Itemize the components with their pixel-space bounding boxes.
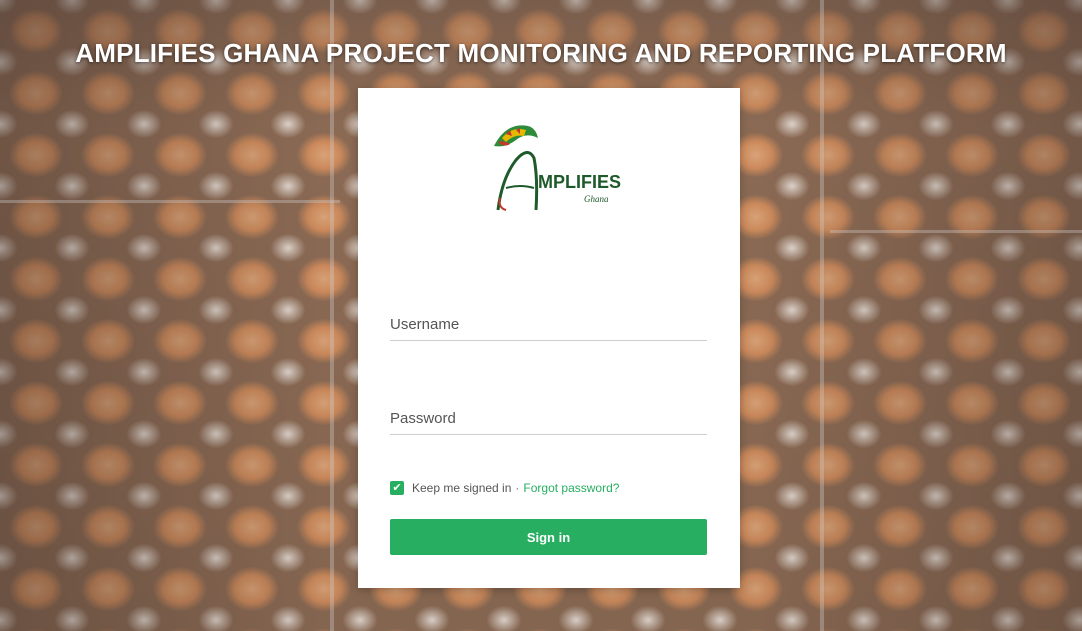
amplifies-logo-icon: MPLIFIES Ghana	[494, 125, 621, 211]
crate-divider	[820, 0, 824, 631]
sign-in-button[interactable]: Sign in	[390, 519, 707, 555]
amplifies-logo: MPLIFIES Ghana	[476, 118, 626, 218]
login-card: MPLIFIES Ghana ✔ Keep me signed in · For…	[358, 88, 740, 588]
username-field[interactable]	[390, 310, 707, 341]
remember-row: ✔ Keep me signed in · Forgot password?	[390, 480, 619, 496]
crate-divider	[830, 230, 1082, 233]
crate-divider	[330, 0, 334, 631]
svg-text:MPLIFIES: MPLIFIES	[538, 172, 621, 192]
password-field[interactable]	[390, 404, 707, 435]
separator: ·	[515, 481, 520, 495]
crate-divider	[0, 200, 340, 203]
svg-text:Ghana: Ghana	[584, 194, 609, 204]
check-icon: ✔	[392, 482, 402, 494]
remember-label[interactable]: Keep me signed in	[412, 481, 511, 495]
password-input[interactable]	[390, 404, 707, 432]
remember-checkbox[interactable]: ✔	[390, 481, 404, 495]
username-input[interactable]	[390, 310, 707, 338]
forgot-password-link[interactable]: Forgot password?	[523, 481, 619, 495]
page-title: AMPLIFIES GHANA PROJECT MONITORING AND R…	[75, 38, 1007, 68]
